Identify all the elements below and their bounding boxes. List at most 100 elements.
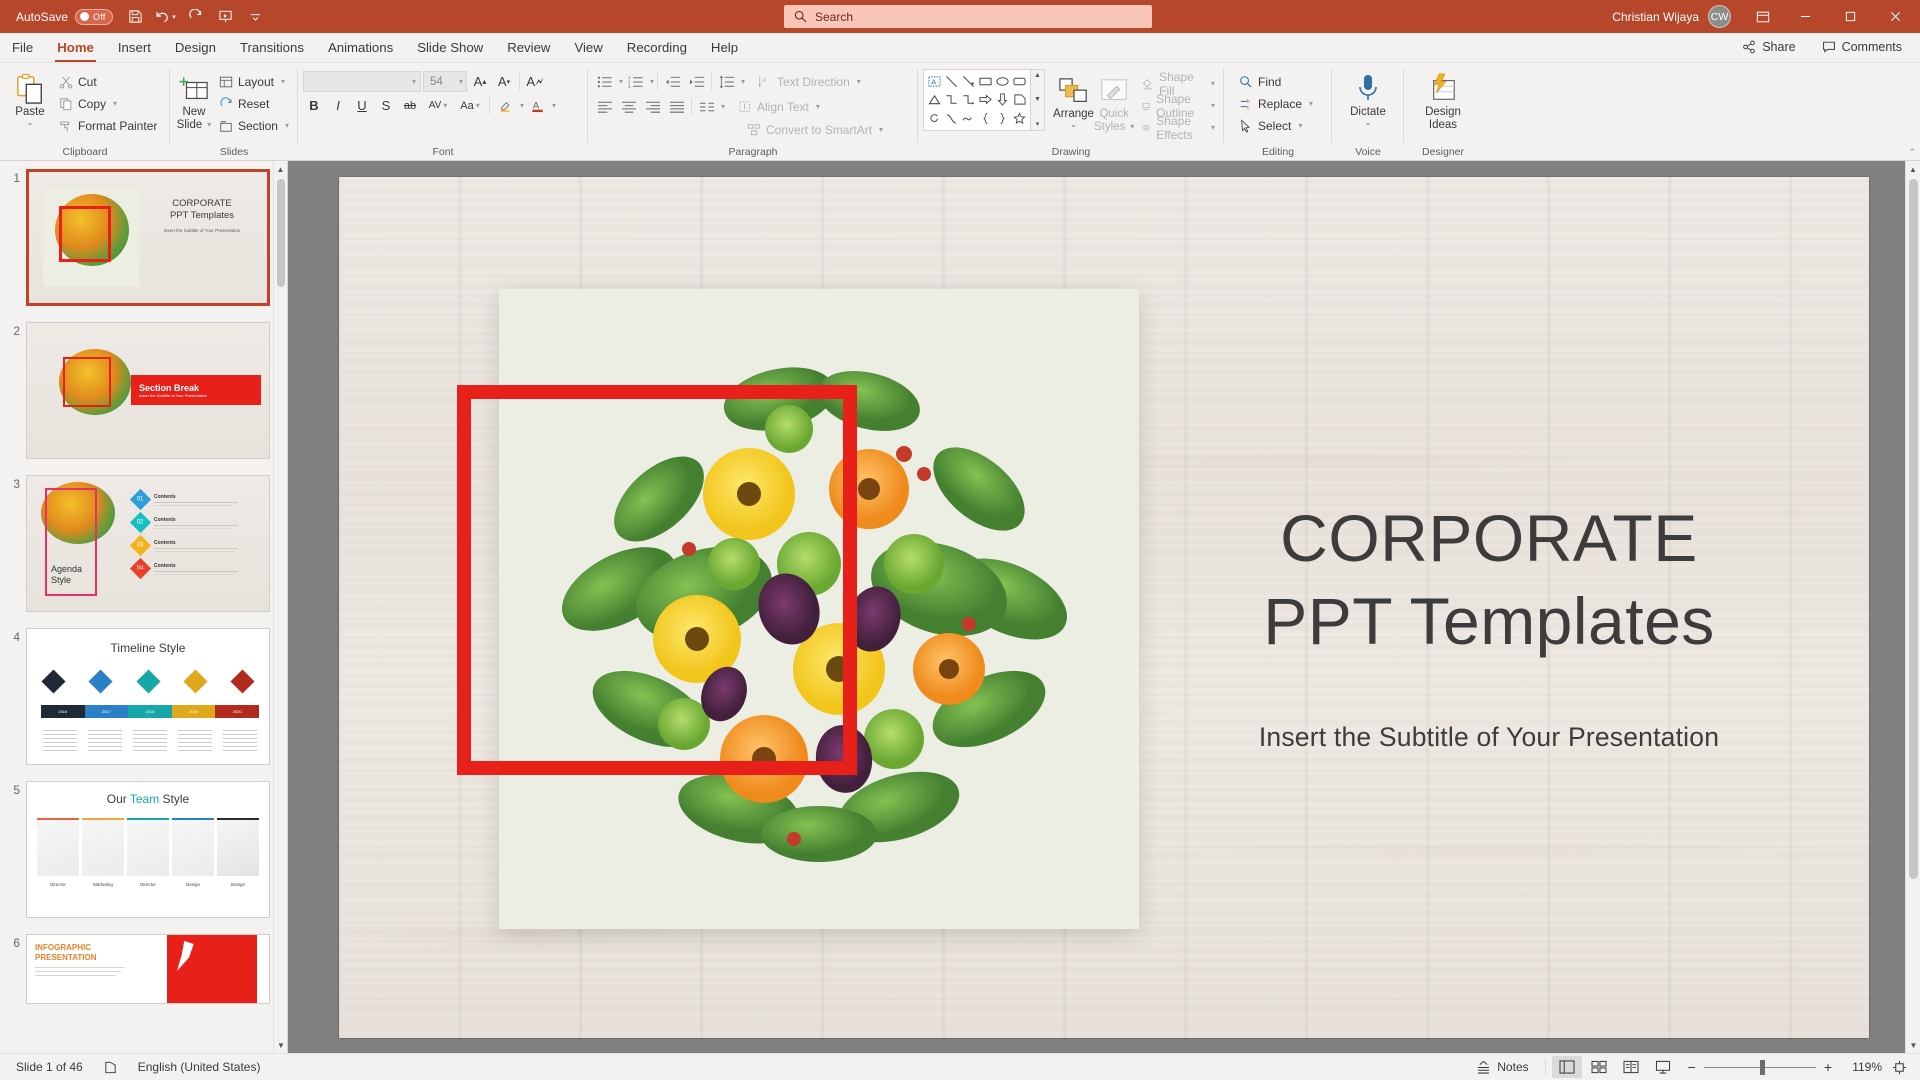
slide-thumbnail-4[interactable]: Timeline Style 2016 2017 2018 2019 2020 bbox=[26, 628, 270, 765]
clear-formatting-icon[interactable]: A🗲 bbox=[524, 71, 546, 92]
text-highlight-color-icon[interactable] bbox=[494, 95, 516, 116]
canvas-scroll-up-icon[interactable]: ▲ bbox=[1906, 161, 1920, 177]
cut-button[interactable]: Cut bbox=[55, 71, 161, 92]
tab-slide-show[interactable]: Slide Show bbox=[405, 33, 495, 62]
character-spacing-icon[interactable]: AV ▾ bbox=[423, 95, 453, 116]
paste-chevron-icon[interactable]: ⌄ bbox=[27, 119, 34, 127]
shape-left-brace-icon[interactable] bbox=[977, 109, 994, 128]
columns-icon[interactable] bbox=[695, 96, 718, 117]
tab-file[interactable]: File bbox=[0, 33, 45, 62]
tab-help[interactable]: Help bbox=[699, 33, 750, 62]
strikethrough-icon[interactable]: ab bbox=[399, 95, 421, 116]
zoom-handle[interactable] bbox=[1759, 1059, 1765, 1075]
avatar[interactable]: CW bbox=[1708, 5, 1731, 28]
align-center-icon[interactable] bbox=[617, 96, 640, 117]
shape-rounded-rect-icon[interactable] bbox=[1011, 72, 1028, 91]
bullets-chevron-icon[interactable]: ▾ bbox=[619, 77, 623, 86]
tab-view[interactable]: View bbox=[562, 33, 614, 62]
chevron-down-icon[interactable] bbox=[241, 4, 269, 30]
align-text-chevron-icon[interactable]: ▾ bbox=[816, 102, 820, 111]
paste-button[interactable]: Paste ⌄ bbox=[5, 67, 51, 127]
increase-indent-icon[interactable] bbox=[685, 71, 708, 92]
shape-right-arrow-icon[interactable] bbox=[977, 91, 994, 110]
copy-chevron-icon[interactable]: ▾ bbox=[113, 99, 117, 108]
align-text-button[interactable]: Align Text ▾ bbox=[734, 96, 824, 117]
fit-slide-icon[interactable] bbox=[1884, 1056, 1914, 1078]
new-slide-button[interactable]: New Slide ▾ bbox=[175, 67, 213, 131]
change-case-icon[interactable]: Aa ▾ bbox=[455, 95, 485, 116]
normal-view-button[interactable] bbox=[1551, 1056, 1582, 1078]
slide-thumbnail-6[interactable]: INFOGRAPHIC PRESENTATION bbox=[26, 934, 270, 1004]
line-spacing-chevron-icon[interactable]: ▾ bbox=[741, 77, 745, 86]
replace-button[interactable]: bc Replace ▾ bbox=[1235, 93, 1317, 114]
font-size-input[interactable]: 54 ▾ bbox=[423, 71, 467, 92]
smartart-chevron-icon[interactable]: ▾ bbox=[879, 125, 883, 134]
list-item[interactable]: 4 Timeline Style 2016 2017 2018 2019 202… bbox=[0, 628, 287, 765]
shape-effects-chevron-icon[interactable]: ▾ bbox=[1211, 123, 1215, 132]
slide-canvas[interactable]: CORPORATE PPT Templates Insert the Subti… bbox=[339, 176, 1869, 1038]
slide-counter[interactable]: Slide 1 of 46 bbox=[6, 1056, 93, 1079]
collapse-ribbon-icon[interactable]: ⌃ bbox=[1908, 147, 1916, 158]
numbering-chevron-icon[interactable]: ▾ bbox=[650, 77, 654, 86]
zoom-out-button[interactable]: − bbox=[1688, 1059, 1696, 1075]
font-size-chevron-icon[interactable]: ▾ bbox=[459, 77, 466, 86]
slide-thumbnail-5[interactable]: Our Team Style Director Marketing Direct… bbox=[26, 781, 270, 918]
copy-button[interactable]: Copy ▾ bbox=[55, 93, 161, 114]
section-button[interactable]: Section ▾ bbox=[215, 115, 293, 136]
zoom-in-button[interactable]: + bbox=[1824, 1059, 1832, 1075]
autosave-toggle[interactable]: AutoSave Off bbox=[10, 8, 119, 25]
shape-fill-chevron-icon[interactable]: ▾ bbox=[1211, 79, 1215, 88]
list-item[interactable]: 1 CORPORATE PPT Templates Insert the Sub… bbox=[0, 169, 287, 306]
font-color-icon[interactable]: A bbox=[526, 95, 548, 116]
shapes-gallery-scrollbar[interactable]: ▲ ▼ ▾ bbox=[1031, 69, 1045, 131]
tab-recording[interactable]: Recording bbox=[615, 33, 699, 62]
slide-show-view-button[interactable] bbox=[1648, 1056, 1678, 1078]
thumbnail-scroll-up-icon[interactable]: ▲ bbox=[274, 161, 287, 177]
underline-icon[interactable]: U bbox=[351, 95, 373, 116]
thumbnail-scrollbar[interactable]: ▲ ▼ bbox=[273, 161, 287, 1053]
red-frame-shape[interactable] bbox=[457, 384, 857, 775]
search-box[interactable]: Search bbox=[784, 5, 1152, 28]
shape-pentagon-icon[interactable] bbox=[1011, 91, 1028, 110]
bullets-icon[interactable] bbox=[593, 71, 616, 92]
shape-right-brace-icon[interactable] bbox=[994, 109, 1011, 128]
decrease-font-size-icon[interactable]: A ▾ bbox=[493, 71, 515, 92]
language-indicator[interactable]: English (United States) bbox=[128, 1056, 271, 1079]
layout-button[interactable]: Layout ▾ bbox=[215, 71, 293, 92]
list-item[interactable]: 5 Our Team Style Director Marketing Dire… bbox=[0, 781, 287, 918]
tab-insert[interactable]: Insert bbox=[106, 33, 163, 62]
notes-button[interactable]: Notes bbox=[1466, 1056, 1538, 1079]
shape-star-icon[interactable] bbox=[1011, 109, 1028, 128]
arrange-chevron-icon[interactable]: ⌄ bbox=[1070, 121, 1077, 129]
slide-thumbnail-3[interactable]: Agenda Style 01 Contents 02 Contents 03 … bbox=[26, 475, 270, 612]
autosave-switch[interactable]: Off bbox=[75, 8, 114, 25]
slideshow-icon[interactable] bbox=[211, 4, 239, 30]
tab-design[interactable]: Design bbox=[163, 33, 228, 62]
canvas-vertical-scrollbar[interactable]: ▲ ▼ bbox=[1905, 161, 1920, 1053]
shape-line-icon[interactable] bbox=[943, 72, 960, 91]
zoom-level[interactable]: 119% bbox=[1842, 1060, 1882, 1074]
reset-button[interactable]: Reset bbox=[215, 93, 293, 114]
accessibility-icon[interactable] bbox=[93, 1056, 128, 1079]
shape-elbow-arrow-icon[interactable] bbox=[960, 91, 977, 110]
text-direction-button[interactable]: A Text Direction ▾ bbox=[754, 71, 865, 92]
save-icon[interactable] bbox=[121, 4, 149, 30]
shape-arrow-icon[interactable] bbox=[960, 72, 977, 91]
section-chevron-icon[interactable]: ▾ bbox=[285, 121, 289, 130]
shape-curve-icon[interactable] bbox=[943, 109, 960, 128]
undo-icon[interactable]: ▾ bbox=[151, 4, 179, 30]
gallery-scroll-up-icon[interactable]: ▲ bbox=[1034, 72, 1041, 79]
thumbnail-scroll-down-icon[interactable]: ▼ bbox=[274, 1037, 287, 1053]
shape-oval-icon[interactable] bbox=[994, 72, 1011, 91]
list-item[interactable]: 6 INFOGRAPHIC PRESENTATION bbox=[0, 934, 287, 1004]
dictate-chevron-icon[interactable]: ⌄ bbox=[1365, 119, 1372, 127]
italic-icon[interactable]: I bbox=[327, 95, 349, 116]
font-name-input[interactable]: ▾ bbox=[303, 71, 421, 92]
reading-view-button[interactable] bbox=[1616, 1056, 1646, 1078]
tab-transitions[interactable]: Transitions bbox=[228, 33, 316, 62]
slide-title[interactable]: CORPORATE PPT Templates bbox=[1169, 497, 1809, 663]
shape-elbow-connector-icon[interactable] bbox=[943, 91, 960, 110]
increase-font-size-icon[interactable]: A ▴ bbox=[469, 71, 491, 92]
canvas-scroll-handle[interactable] bbox=[1909, 179, 1918, 879]
ribbon-display-options-icon[interactable] bbox=[1743, 0, 1783, 33]
